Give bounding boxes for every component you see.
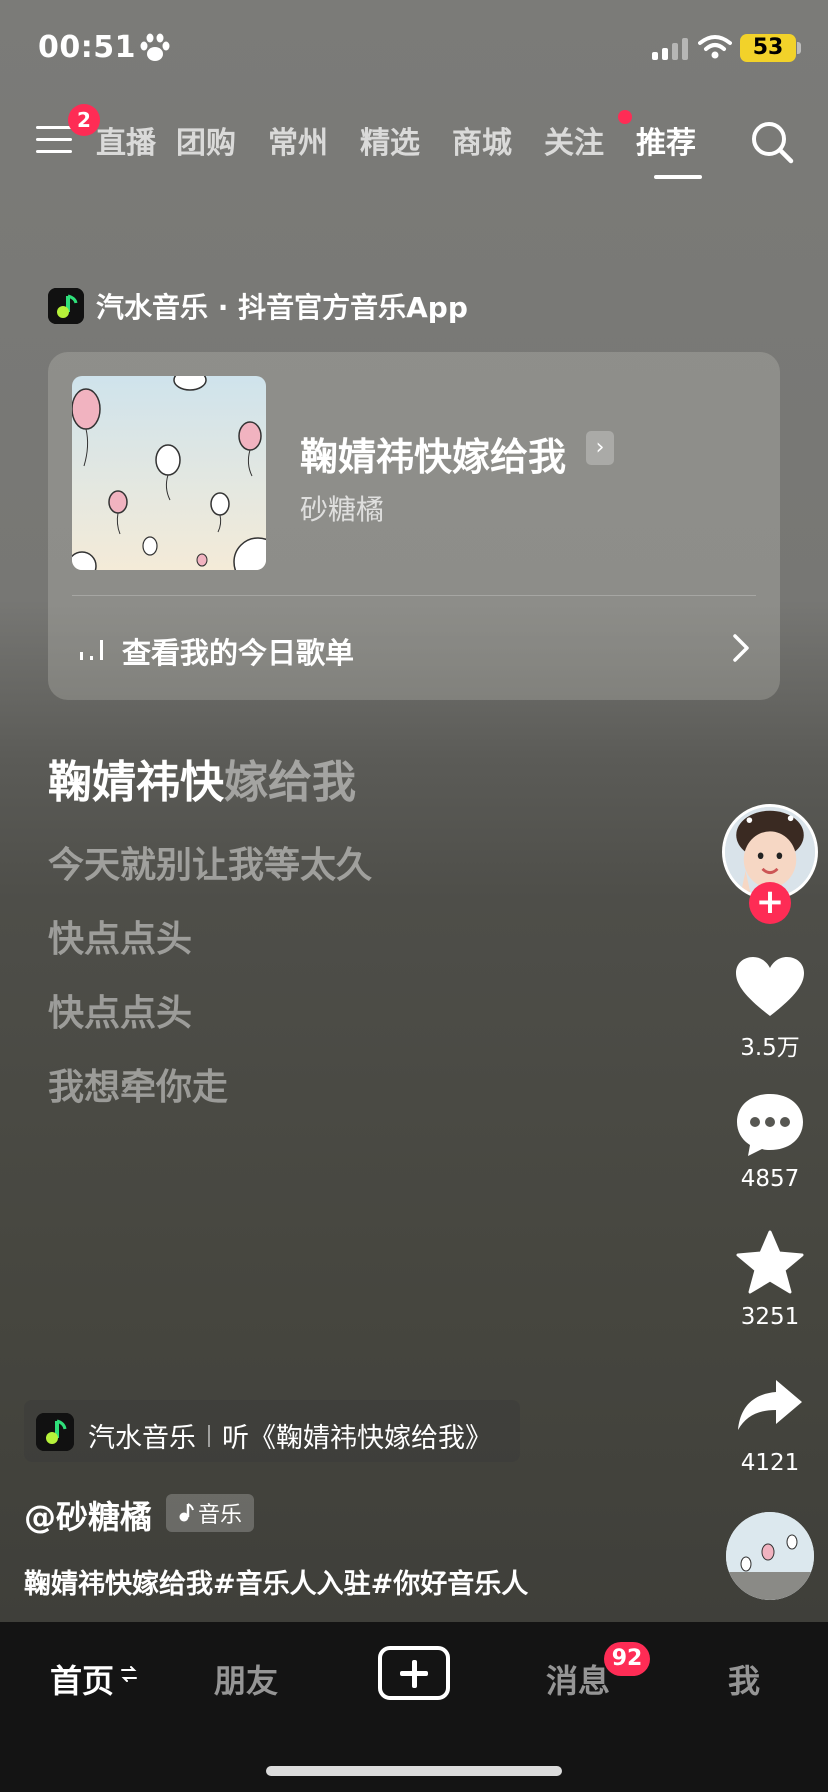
top-tabs: 直播 团购 常州 精选 商城 关注 推荐 [96, 118, 712, 162]
comment-count: 4857 [740, 1166, 800, 1192]
share-icon[interactable] [734, 1378, 806, 1432]
qishui-app-title: 汽水音乐 · 抖音官方音乐App [96, 291, 468, 324]
heart-icon[interactable] [734, 956, 806, 1018]
lyric-line: 我想牵你走 [48, 1067, 229, 1108]
paw-icon [140, 33, 170, 61]
tab-group-buy[interactable]: 团购 [160, 118, 252, 162]
music-tag[interactable]: 音乐 [166, 1494, 255, 1532]
lyric-line: 快点点头 [48, 993, 193, 1034]
qishui-app-line[interactable]: 汽水音乐 · 抖音官方音乐App [48, 286, 468, 326]
favorite-count: 3251 [740, 1304, 800, 1330]
messages-badge: 92 [604, 1642, 650, 1676]
active-tab-underline [654, 175, 702, 179]
tab-friends[interactable]: 朋友 [214, 1656, 278, 1702]
video-description: 鞠婧祎快嫁给我#音乐人入驻#你好音乐人 [24, 1569, 529, 1600]
like-count: 3.5万 [740, 1035, 800, 1061]
lyric-unsung-part: 嫁给我 [224, 757, 356, 808]
equalizer-icon [80, 640, 103, 660]
tab-me[interactable]: 我 [728, 1656, 760, 1702]
music-anchor-text: 汽水音乐 听《鞠婧祎快嫁给我》 [88, 1416, 492, 1455]
following-dot [618, 110, 632, 124]
music-tag-label: 音乐 [198, 1503, 243, 1528]
menu-icon[interactable] [36, 126, 72, 156]
tab-recommended[interactable]: 推荐 [620, 118, 712, 162]
author-name[interactable]: @砂糖橘 [24, 1492, 152, 1538]
home-indicator [266, 1766, 562, 1776]
song-title[interactable]: 鞠婧祎快嫁给我 [300, 426, 566, 481]
tab-mall[interactable]: 商城 [436, 118, 528, 162]
star-icon[interactable] [734, 1230, 806, 1294]
card-divider [72, 595, 756, 596]
qishui-logo-icon [48, 288, 84, 324]
search-icon[interactable] [750, 120, 794, 164]
share-count: 4121 [740, 1450, 800, 1476]
lyric-sung-part: 鞠婧祎快 [48, 757, 224, 808]
status-time: 00:51 [38, 30, 136, 65]
create-button[interactable] [378, 1646, 450, 1700]
song-arrow-icon[interactable]: › [586, 431, 614, 465]
tab-messages[interactable]: 消息 [546, 1656, 610, 1702]
anchor-app-name: 汽水音乐 [88, 1423, 196, 1454]
tab-home[interactable]: 首页 [50, 1656, 114, 1702]
lyric-line: 今天就别让我等太久 [48, 845, 373, 886]
anchor-song: 听《鞠婧祎快嫁给我》 [222, 1423, 492, 1454]
tab-live[interactable]: 直播 [96, 118, 160, 162]
wifi-icon [698, 35, 732, 59]
tab-featured[interactable]: 精选 [344, 118, 436, 162]
anchor-separator [208, 1424, 210, 1447]
chevron-right-icon[interactable] [732, 633, 750, 663]
tab-home-label: 首页 [50, 1662, 115, 1700]
comment-icon[interactable] [734, 1092, 806, 1158]
tab-changzhou[interactable]: 常州 [252, 118, 344, 162]
music-note-icon [179, 1503, 194, 1522]
battery-nub [797, 42, 801, 54]
album-cover[interactable] [72, 376, 266, 570]
swap-icon [121, 1666, 137, 1682]
music-disc-icon[interactable] [726, 1512, 814, 1600]
tab-following[interactable]: 关注 [528, 118, 620, 162]
lyric-line: 快点点头 [48, 919, 193, 960]
battery-level: 53 [740, 34, 796, 62]
daily-playlist-link[interactable]: 查看我的今日歌单 [122, 630, 354, 672]
song-artist: 砂糖橘 [300, 493, 385, 526]
qishui-logo-icon [36, 1413, 74, 1451]
follow-button[interactable]: + [749, 882, 791, 924]
cellular-signal-icon [652, 38, 688, 60]
lyric-current-line: 鞠婧祎快嫁给我 [48, 746, 356, 810]
